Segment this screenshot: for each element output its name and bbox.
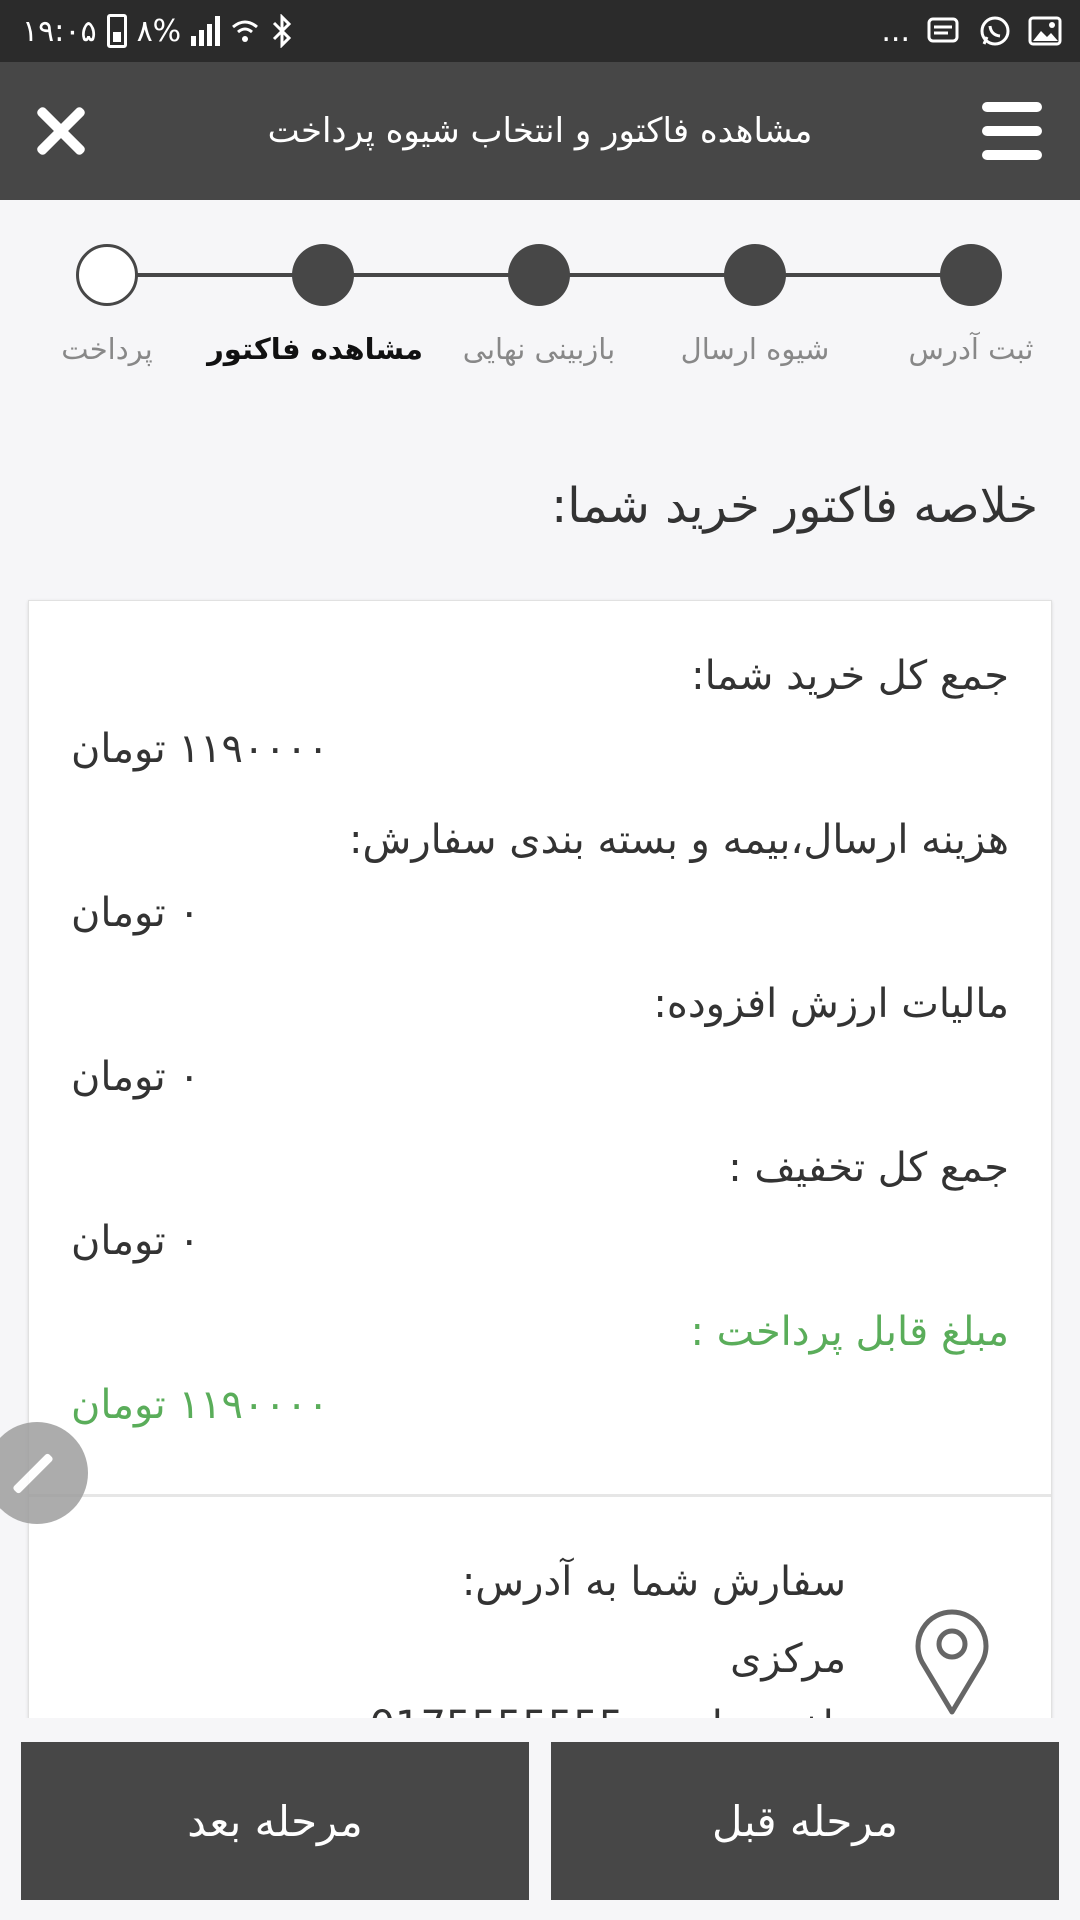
status-bar: ۱۹:۰۵ ۸% ...: [0, 0, 1080, 62]
shipping-cost-value: ۰ تومان: [71, 890, 200, 936]
signal-icon: [191, 16, 221, 46]
step-dot-shipping: [724, 244, 786, 306]
pencil-icon: [12, 1452, 54, 1495]
close-icon[interactable]: [28, 98, 94, 164]
wifi-icon: [232, 20, 259, 42]
discount-value: ۰ تومان: [71, 1218, 200, 1264]
bluetooth-icon: [273, 14, 292, 48]
status-left: ۱۹:۰۵ ۸%: [22, 10, 294, 52]
overflow-dots: ...: [881, 13, 910, 49]
previous-step-button[interactable]: مرحله قبل: [551, 1742, 1059, 1900]
next-step-button[interactable]: مرحله بعد: [21, 1742, 529, 1900]
battery-icon: [106, 14, 127, 48]
step-dot-payment: [76, 244, 138, 306]
page-title: مشاهده فاکتور و انتخاب شیوه پرداخت: [267, 111, 813, 151]
clock: ۱۹:۰۵: [22, 13, 97, 49]
step-label-address: ثبت آدرس: [908, 332, 1034, 366]
vat-label: مالیات ارزش افزوده:: [653, 981, 1009, 1027]
step-label-invoice: مشاهده فاکتور: [207, 332, 423, 366]
status-right: ...: [881, 10, 1062, 52]
app-bar: مشاهده فاکتور و انتخاب شیوه پرداخت: [0, 62, 1080, 200]
step-dot-address: [940, 244, 1002, 306]
step-dot-invoice: [292, 244, 354, 306]
card-divider: [29, 1494, 1051, 1497]
step-label-shipping: شیوه ارسال: [680, 332, 830, 366]
step-label-review: بازبینی نهایی: [462, 332, 616, 366]
total-purchase-label: جمع کل خرید شما:: [691, 653, 1009, 699]
step-label-payment: پرداخت: [61, 332, 153, 366]
address-line: مرکزی: [730, 1636, 846, 1682]
whatsapp-icon: [980, 16, 1010, 46]
checkout-stepper: پرداخت مشاهده فاکتور بازبینی نهایی شیوه …: [0, 240, 1080, 380]
payable-value: ۱۱۹۰۰۰۰ تومان: [71, 1382, 329, 1428]
summary-heading: خلاصه فاکتور خرید شما:: [551, 478, 1038, 534]
address-heading: سفارش شما به آدرس:: [461, 1559, 846, 1605]
app-notification-icon: [927, 17, 959, 43]
battery-percent: ۸%: [136, 13, 182, 49]
payable-label: مبلغ قابل پرداخت :: [690, 1309, 1009, 1355]
menu-icon[interactable]: [982, 102, 1042, 160]
location-pin-icon: [915, 1609, 989, 1715]
shipping-cost-label: هزینه ارسال،بیمه و بسته بندی سفارش:: [349, 817, 1009, 863]
gallery-icon: [1028, 16, 1062, 46]
discount-label: جمع کل تخفیف :: [728, 1145, 1009, 1191]
bottom-bar: مرحله بعد مرحله قبل: [0, 1718, 1080, 1920]
vat-value: ۰ تومان: [71, 1054, 200, 1100]
step-dot-review: [508, 244, 570, 306]
invoice-card: جمع کل خرید شما: ۱۱۹۰۰۰۰ تومان هزینه ارس…: [28, 600, 1052, 1749]
total-purchase-value: ۱۱۹۰۰۰۰ تومان: [71, 726, 329, 772]
